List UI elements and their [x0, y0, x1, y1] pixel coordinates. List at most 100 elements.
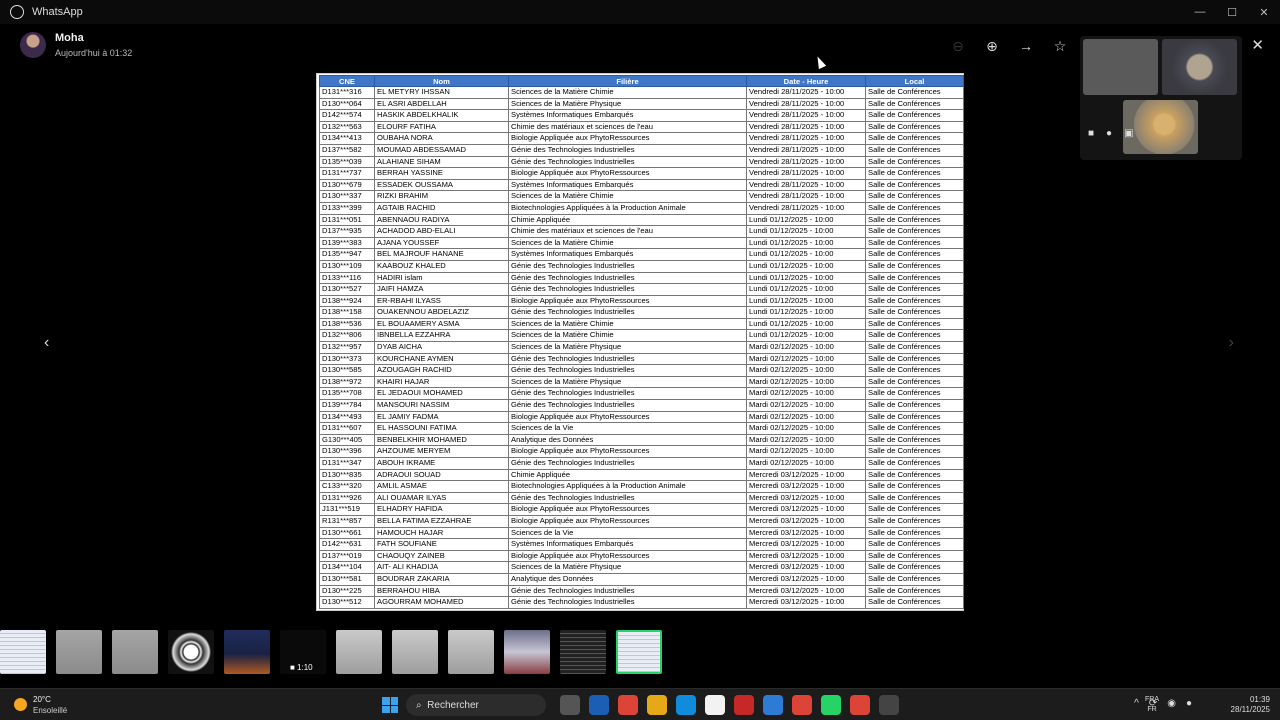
table-cell: Salle de Conférences	[865, 596, 964, 609]
chevron-up-icon[interactable]: ^	[1134, 698, 1139, 709]
screen-share-icon[interactable]: ▣	[1124, 128, 1133, 139]
sender-name: Moha	[55, 32, 84, 44]
network-icon[interactable]: ◉	[1167, 698, 1176, 709]
chrome-icon[interactable]	[792, 695, 812, 715]
table-row: R131***857 BELLA FATIMA EZZAHRAE Biologie …	[319, 514, 964, 528]
table-row: D130***373 KOURCHANE AYMEN Génie des Techn…	[319, 352, 964, 366]
table-cell: D142***631	[319, 538, 375, 551]
table-cell: Analytique des Données	[508, 433, 747, 447]
forward-icon[interactable]: →	[1016, 36, 1036, 56]
table-cell: Salle de Conférences	[865, 399, 964, 412]
media-thumbnail[interactable]: ■ 1:10	[280, 630, 326, 674]
video-duration: ■ 1:10	[290, 663, 313, 672]
table-cell: EL JEDAOUI MOHAMED	[374, 387, 509, 401]
media-thumbnail[interactable]	[56, 630, 102, 674]
table-cell: AHZOUME MERYEM	[374, 445, 509, 458]
taskbar-search[interactable]: ⌕ Rechercher	[406, 694, 546, 716]
edge-icon[interactable]	[676, 695, 696, 715]
table-cell: Biologie Appliquée aux PhytoRessources	[508, 294, 747, 308]
media-thumbnail[interactable]	[112, 630, 158, 674]
microphone-icon[interactable]: ●	[1106, 128, 1112, 139]
whatsapp-taskbar-icon[interactable]	[821, 695, 841, 715]
table-cell: Vendredi 28/11/2025 - 10:00	[746, 109, 866, 122]
self-video	[1123, 100, 1198, 154]
table-cell: RIZKI BRAHIM	[374, 190, 509, 203]
store-icon[interactable]	[705, 695, 725, 715]
zoom-in-icon[interactable]: ⊕	[982, 36, 1002, 56]
windows-start-icon[interactable]	[382, 697, 398, 713]
chrome-icon[interactable]	[850, 695, 870, 715]
table-cell: D135***039	[319, 155, 375, 169]
weather-temperature[interactable]: 20°C	[33, 695, 51, 704]
table-row: D132***806 IBNBELLA EZZAHRA Sciences de la…	[319, 329, 964, 343]
minimize-icon[interactable]: —	[1184, 0, 1216, 24]
table-row: D130***512 AGOURRAM MOHAMED Génie des Tech…	[319, 596, 964, 609]
table-cell: ALI OUAMAR ILYAS	[374, 491, 509, 505]
chrome-icon[interactable]	[618, 695, 638, 715]
weather-condition[interactable]: Ensoleillé	[33, 706, 67, 715]
file-explorer-icon[interactable]	[647, 695, 667, 715]
zoom-out-icon[interactable]: ⊖	[948, 36, 968, 56]
table-row: D138***536 EL BOUAAMERY ASMA Sciences de l…	[319, 317, 964, 331]
taskbar-clock[interactable]: 01:39 28/11/2025	[1231, 695, 1270, 715]
close-icon[interactable]: ✕	[1251, 36, 1264, 54]
table-cell: ACHADOD ABD-ELALI	[374, 225, 509, 238]
table-cell: Biologie Appliquée aux PhytoRessources	[508, 167, 747, 180]
table-cell: Vendredi 28/11/2025 - 10:00	[746, 120, 866, 134]
table-row: D131***607 EL HASSOUNI FATIMA Sciences de …	[319, 422, 964, 435]
camera-icon[interactable]: ■	[1088, 128, 1094, 139]
table-cell: Salle de Conférences	[865, 283, 964, 296]
sun-icon[interactable]	[14, 698, 27, 711]
table-row: C133***320 AMLIL ASMAE Biotechnologies App…	[319, 480, 964, 493]
table-row: D135***708 EL JEDAOUI MOHAMED Génie des Te…	[319, 387, 964, 401]
media-thumbnail[interactable]	[392, 630, 438, 674]
media-thumbnail[interactable]	[616, 630, 662, 674]
table-cell: C133***320	[319, 480, 375, 493]
settings-icon[interactable]	[879, 695, 899, 715]
media-thumbnail[interactable]	[168, 630, 214, 674]
taskbar-apps	[560, 695, 899, 715]
table-cell: Mercredi 03/12/2025 - 10:00	[746, 514, 866, 528]
media-thumbnail[interactable]	[560, 630, 606, 674]
media-thumbnail[interactable]	[336, 630, 382, 674]
table-row: D131***347 ABOUH IKRAME Génie des Technolo…	[319, 457, 964, 470]
avatar[interactable]	[20, 32, 46, 58]
table-row: D130***527 JAIFI HAMZA Génie des Technolog…	[319, 283, 964, 296]
table-row: D133***116 HADIRI islam Génie des Technolo…	[319, 271, 964, 285]
media-thumbnail[interactable]	[224, 630, 270, 674]
table-cell: IBNBELLA EZZAHRA	[374, 329, 509, 343]
mcafee-icon[interactable]	[734, 695, 754, 715]
mic-icon[interactable]: ●	[1186, 698, 1192, 709]
task-view-icon[interactable]	[560, 695, 580, 715]
media-thumbnail[interactable]	[504, 630, 550, 674]
next-media-icon[interactable]: ›	[1229, 334, 1234, 352]
hp-icon[interactable]	[589, 695, 609, 715]
table-cell: KHAIRI HAJAR	[374, 375, 509, 389]
table-row: D134***104 AIT- ALI KHADIJA Sciences de la…	[319, 561, 964, 574]
table-cell: Salle de Conférences	[865, 213, 964, 227]
media-thumbnail[interactable]	[448, 630, 494, 674]
browser-icon[interactable]	[763, 695, 783, 715]
star-icon[interactable]: ☆	[1050, 36, 1070, 56]
table-cell: Génie des Technologies Industrielles	[508, 596, 747, 609]
table-cell: Mardi 02/12/2025 - 10:00	[746, 364, 866, 377]
table-row: D135***039 ALAHIANE SIHAM Génie des Techno…	[319, 155, 964, 169]
table-cell: Mercredi 03/12/2025 - 10:00	[746, 526, 866, 540]
table-cell: Lundi 01/12/2025 - 10:00	[746, 271, 866, 285]
close-window-icon[interactable]: ✕	[1248, 0, 1280, 24]
media-thumbnail[interactable]	[0, 630, 46, 674]
table-cell: Vendredi 28/11/2025 - 10:00	[746, 143, 866, 157]
table-cell: AGTAIB RACHID	[374, 201, 509, 215]
table-cell: D133***399	[319, 201, 375, 215]
table-cell: Biologie Appliquée aux PhytoRessources	[508, 514, 747, 528]
table-cell: Salle de Conférences	[865, 317, 964, 331]
table-row: D130***585 AZOUGAGH RACHID Génie des Techn…	[319, 364, 964, 377]
search-placeholder: Rechercher	[427, 699, 479, 711]
maximize-icon[interactable]: ☐	[1216, 0, 1248, 24]
language-indicator[interactable]: FRA FR	[1145, 695, 1159, 715]
table-cell: Systèmes Informatiques Embarqués	[508, 538, 747, 551]
table-cell: BOUDRAR ZAKARIA	[374, 572, 509, 586]
previous-media-icon[interactable]: ‹	[44, 334, 49, 352]
table-cell: Génie des Technologies Industrielles	[508, 259, 747, 273]
table-cell: Lundi 01/12/2025 - 10:00	[746, 225, 866, 238]
